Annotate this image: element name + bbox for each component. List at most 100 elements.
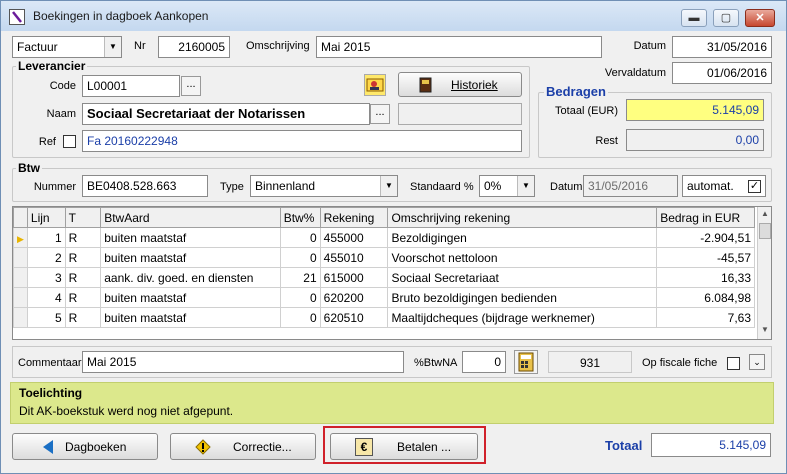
table-scrollbar[interactable]: ▲ ▼	[757, 207, 771, 339]
cell-omschrijving[interactable]: Bruto bezoldigingen bedienden	[387, 287, 658, 308]
cell-btw-pct[interactable]: 0	[279, 287, 321, 308]
column-header[interactable]: BtwAard	[100, 207, 281, 228]
cell-t[interactable]: R	[64, 267, 102, 288]
close-button[interactable]: ✕	[745, 9, 775, 27]
cell-btw-pct[interactable]: 21	[279, 267, 321, 288]
cell-t[interactable]: R	[64, 227, 102, 248]
cell-rekening[interactable]: 455000	[319, 227, 389, 248]
naam-field[interactable]: Sociaal Secretariaat der Notarissen	[82, 103, 370, 125]
standaard-label: Standaard %	[410, 181, 474, 193]
table-row[interactable]: 4 R buiten maatstaf 0 620200 Bruto bezol…	[13, 287, 755, 308]
chevron-down-icon[interactable]: ▼	[517, 176, 534, 196]
cell-omschrijving[interactable]: Sociaal Secretariaat	[387, 267, 658, 288]
cell-omschrijving[interactable]: Maaltijdcheques (bijdrage werknemer)	[387, 307, 658, 328]
expand-icon[interactable]: ⌄	[749, 354, 765, 370]
column-header[interactable]: Lijn	[26, 207, 66, 228]
cell-bedrag[interactable]: 6.084,98	[656, 287, 755, 308]
cell-rekening[interactable]: 615000	[319, 267, 389, 288]
ref-checkbox[interactable]	[63, 135, 76, 148]
scrollbar-thumb[interactable]	[759, 223, 771, 239]
ref-label: Ref	[38, 136, 56, 148]
cell-t[interactable]: R	[64, 287, 102, 308]
nr-field[interactable]: 2160005	[158, 36, 230, 58]
historiek-button[interactable]: Historiek	[398, 72, 522, 97]
cell-rekening[interactable]: 620510	[319, 307, 389, 328]
restore-button[interactable]: ▢	[713, 9, 739, 27]
cell-lijn[interactable]: 4	[26, 287, 66, 308]
commentaar-field[interactable]: Mai 2015	[82, 351, 404, 373]
cell-rekening[interactable]: 620200	[319, 287, 389, 308]
btwna-field[interactable]: 0	[462, 351, 506, 373]
cell-btw-pct[interactable]: 0	[279, 307, 321, 328]
chevron-down-icon[interactable]: ▼	[380, 176, 397, 196]
rest-field: 0,00	[626, 129, 764, 151]
window-title: Boekingen in dagboek Aankopen	[33, 9, 209, 23]
omschrijving-field[interactable]: Mai 2015	[316, 36, 602, 58]
scroll-down-icon[interactable]: ▼	[761, 325, 769, 334]
bedragen-title: Bedragen	[544, 84, 608, 99]
code-lookup-button[interactable]: ...	[181, 76, 201, 96]
cell-omschrijving[interactable]: Voorschot nettoloon	[387, 247, 658, 268]
table-row[interactable]: 5 R buiten maatstaf 0 620510 Maaltijdche…	[13, 307, 755, 328]
automat-checkbox[interactable]: ✓	[748, 180, 761, 193]
betalen-button[interactable]: € Betalen ...	[330, 433, 478, 460]
column-header[interactable]: Btw%	[279, 207, 321, 228]
code-field[interactable]: L00001	[82, 75, 180, 97]
cell-t[interactable]: R	[64, 247, 102, 268]
column-header[interactable]: T	[64, 207, 102, 228]
fiscale-checkbox[interactable]	[727, 357, 740, 370]
dagboeken-button[interactable]: Dagboeken	[12, 433, 158, 460]
cell-bedrag[interactable]: -45,57	[656, 247, 755, 268]
cell-btwaard[interactable]: buiten maatstaf	[100, 247, 281, 268]
betalen-label: Betalen ...	[397, 440, 452, 454]
naam-label: Naam	[46, 108, 76, 120]
cell-bedrag[interactable]: -2.904,51	[656, 227, 755, 248]
naam-lookup-button[interactable]: ...	[370, 104, 390, 124]
fiscale-label: Op fiscale fiche	[642, 357, 718, 369]
btw-datum-field: 31/05/2016	[583, 175, 678, 197]
table-row[interactable]: ▶ 1 R buiten maatstaf 0 455000 Bezoldigi…	[13, 227, 755, 248]
toelichting-title: Toelichting	[19, 386, 83, 400]
warning-icon	[195, 439, 211, 458]
row-indicator-header	[13, 207, 28, 228]
minimize-button[interactable]: ▬	[681, 9, 707, 27]
column-header[interactable]: Bedrag in EUR	[656, 207, 755, 228]
cell-omschrijving[interactable]: Bezoldigingen	[387, 227, 658, 248]
vervaldatum-field[interactable]: 01/06/2016	[672, 62, 772, 84]
cell-btwaard[interactable]: buiten maatstaf	[100, 307, 281, 328]
scroll-up-icon[interactable]: ▲	[761, 209, 769, 218]
contact-card-icon[interactable]	[364, 74, 386, 96]
btwna-label: %BtwNA	[414, 357, 458, 369]
table-row[interactable]: 2 R buiten maatstaf 0 455010 Voorschot n…	[13, 247, 755, 268]
chevron-down-icon[interactable]: ▼	[104, 37, 121, 57]
correctie-button[interactable]: Correctie...	[170, 433, 316, 460]
table-row[interactable]: 3 R aank. div. goed. en diensten 21 6150…	[13, 267, 755, 288]
book-icon	[419, 77, 433, 96]
totaal-eur-label: Totaal (EUR)	[555, 105, 618, 117]
euro-icon: €	[355, 438, 373, 456]
row-indicator	[13, 267, 28, 288]
doc-type-select[interactable]: Factuur ▼	[12, 36, 122, 58]
btw-title: Btw	[16, 161, 42, 175]
cell-lijn[interactable]: 3	[26, 267, 66, 288]
cell-lijn[interactable]: 1	[26, 227, 66, 248]
calculator-icon[interactable]	[514, 350, 538, 374]
datum-field[interactable]: 31/05/2016	[672, 36, 772, 58]
cell-btw-pct[interactable]: 0	[279, 227, 321, 248]
btw-type-select[interactable]: Binnenland ▼	[250, 175, 398, 197]
cell-lijn[interactable]: 2	[26, 247, 66, 268]
standaard-select[interactable]: 0% ▼	[479, 175, 535, 197]
cell-btwaard[interactable]: buiten maatstaf	[100, 227, 281, 248]
column-header[interactable]: Rekening	[319, 207, 389, 228]
cell-btw-pct[interactable]: 0	[279, 247, 321, 268]
cell-t[interactable]: R	[64, 307, 102, 328]
cell-btwaard[interactable]: buiten maatstaf	[100, 287, 281, 308]
btw-nummer-field[interactable]: BE0408.528.663	[82, 175, 208, 197]
cell-bedrag[interactable]: 7,63	[656, 307, 755, 328]
cell-btwaard[interactable]: aank. div. goed. en diensten	[100, 267, 281, 288]
cell-rekening[interactable]: 455010	[319, 247, 389, 268]
cell-lijn[interactable]: 5	[26, 307, 66, 328]
cell-bedrag[interactable]: 16,33	[656, 267, 755, 288]
ref-field[interactable]: Fa 20160222948	[82, 130, 522, 152]
column-header[interactable]: Omschrijving rekening	[387, 207, 658, 228]
